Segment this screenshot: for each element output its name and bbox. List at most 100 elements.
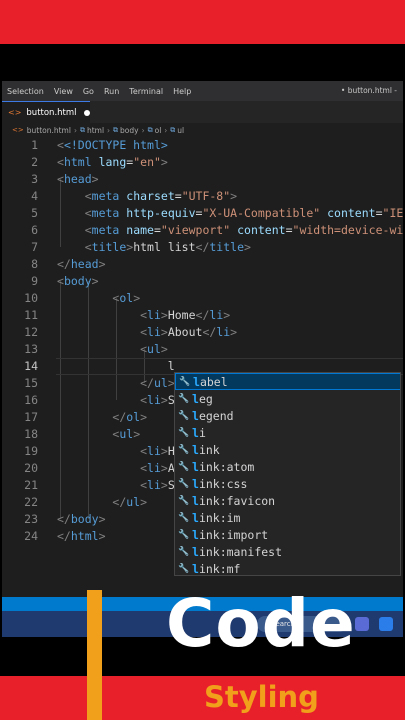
breadcrumb-ol[interactable]: ol [155, 126, 162, 135]
menu-run[interactable]: Run [99, 87, 124, 96]
code-line: 2 <html lang="en"> [2, 154, 403, 171]
code-line: 3 <head> [2, 171, 403, 188]
line-number: 20 [24, 461, 38, 475]
bottom-red-band [0, 676, 405, 720]
line-number: 3 [31, 172, 38, 186]
suggestion-item[interactable]: 🔧 l ink:css [175, 475, 400, 492]
suggestion-item[interactable]: 🔧 l ink:mf [175, 560, 400, 576]
menu-help[interactable]: Help [168, 87, 196, 96]
line-number: 13 [24, 342, 38, 356]
line-number: 22 [24, 495, 38, 509]
wrench-icon: 🔧 [178, 529, 190, 540]
brand-subtitle: Styling [204, 680, 319, 714]
suggestion-item[interactable]: 🔧 l eg [175, 390, 400, 407]
line-number: 12 [24, 325, 38, 339]
html-file-icon: <> [12, 126, 24, 134]
line-code: <ol> [112, 291, 141, 305]
line-number: 4 [31, 189, 38, 203]
line-code: </html> [57, 529, 106, 543]
code-line: 6 <meta name="viewport" content="width=d… [2, 222, 403, 239]
chevron-right-icon: › [141, 125, 145, 135]
wrench-icon: 🔧 [178, 393, 190, 404]
code-line: 8 </head> [2, 256, 403, 273]
code-line: 4 <meta charset="UTF-8"> [2, 188, 403, 205]
autocomplete-suggestions[interactable]: 🔧 l abel 🔧 l eg 🔧 l egend 🔧 l i 🔧 l ink 🔧 l ink:atom… [174, 372, 401, 576]
code-line: 11 <li>Home</li> [2, 307, 403, 324]
suggestion-item[interactable]: 🔧 l ink:favicon [175, 492, 400, 509]
suggestion-item[interactable]: 🔧 l ink [175, 441, 400, 458]
wrench-icon: 🔧 [178, 461, 190, 472]
suggestion-item[interactable]: 🔧 l ink:im [175, 509, 400, 526]
line-number: 15 [24, 376, 38, 390]
code-line: 1 <<!DOCTYPE html> [2, 137, 403, 154]
menu-go[interactable]: Go [78, 87, 99, 96]
line-code: <html lang="en"> [57, 155, 168, 169]
code-line: 13 <ul> [2, 341, 403, 358]
line-code: <li>About</li> [140, 325, 238, 339]
menu-terminal[interactable]: Terminal [124, 87, 168, 96]
breadcrumb-html[interactable]: html [87, 126, 104, 135]
app-icon[interactable] [355, 617, 369, 631]
line-number: 16 [24, 393, 38, 407]
code-line: 5 <meta http-equiv="X-UA-Compatible" con… [2, 205, 403, 222]
brand-title: Code [166, 585, 356, 662]
line-number: 10 [24, 291, 38, 305]
breadcrumb: <> button.html › ⧉ html › ⧉ body › ⧉ ol … [2, 123, 403, 137]
element-icon: ⧉ [79, 125, 85, 134]
line-number: 17 [24, 410, 38, 424]
suggestion-item[interactable]: 🔧 l ink:import [175, 526, 400, 543]
wrench-icon: 🔧 [178, 495, 190, 506]
line-code: <ul> [140, 342, 168, 356]
element-icon: ⧉ [147, 125, 153, 134]
code-line: 12 <li>About</li> [2, 324, 403, 341]
line-code: <meta charset="UTF-8"> [84, 189, 238, 203]
line-code: </ul> [112, 495, 148, 509]
line-code: </head> [57, 257, 106, 271]
line-code: <li>S [140, 393, 175, 407]
line-code: </ol> [112, 410, 148, 424]
code-line: 7 <title>html list</title> [2, 239, 403, 256]
window-title: • button.html - [340, 86, 397, 95]
line-code: <li>A [140, 461, 175, 475]
app-icon[interactable] [379, 617, 393, 631]
line-code: <li>S [140, 478, 175, 492]
code-line: 9 <body> [2, 273, 403, 290]
breadcrumb-file[interactable]: button.html [27, 126, 71, 135]
line-number: 2 [31, 155, 38, 169]
line-number: 11 [24, 308, 38, 322]
line-code: <body> [57, 274, 99, 288]
line-number: 8 [31, 257, 38, 271]
line-code: <ul> [112, 427, 141, 441]
suggestion-item[interactable]: 🔧 l ink:manifest [175, 543, 400, 560]
line-code: </ul> [140, 376, 175, 390]
suggestion-item-selected[interactable]: 🔧 l abel [175, 373, 400, 390]
line-code: <head> [57, 172, 99, 186]
html-file-icon: <> [8, 108, 22, 117]
line-number: 18 [24, 427, 38, 441]
tab-filename: button.html [26, 107, 77, 118]
top-black-gap [0, 44, 405, 81]
brand-accent-bar [87, 590, 102, 720]
wrench-icon: 🔧 [178, 478, 190, 489]
tab-button-html[interactable]: <> button.html [2, 101, 90, 123]
line-code: <li>H [140, 444, 175, 458]
line-number: 23 [24, 512, 38, 526]
line-code: l [167, 359, 175, 373]
breadcrumb-body[interactable]: body [120, 126, 139, 135]
wrench-icon: 🔧 [178, 427, 190, 438]
line-number: 7 [31, 240, 38, 254]
suggestion-item[interactable]: 🔧 l ink:atom [175, 458, 400, 475]
line-number: 9 [31, 274, 38, 288]
unsaved-dot-icon[interactable] [83, 109, 90, 116]
suggestion-item[interactable]: 🔧 l i [175, 424, 400, 441]
breadcrumb-ul[interactable]: ul [177, 126, 184, 135]
chevron-right-icon: › [107, 125, 111, 135]
line-number: 21 [24, 478, 38, 492]
wrench-icon: 🔧 [178, 512, 190, 523]
line-number: 6 [31, 223, 38, 237]
line-number: 5 [31, 206, 38, 220]
menu-view[interactable]: View [49, 87, 78, 96]
menu-selection[interactable]: Selection [2, 87, 49, 96]
suggestion-item[interactable]: 🔧 l egend [175, 407, 400, 424]
line-code: </body> [57, 512, 106, 526]
